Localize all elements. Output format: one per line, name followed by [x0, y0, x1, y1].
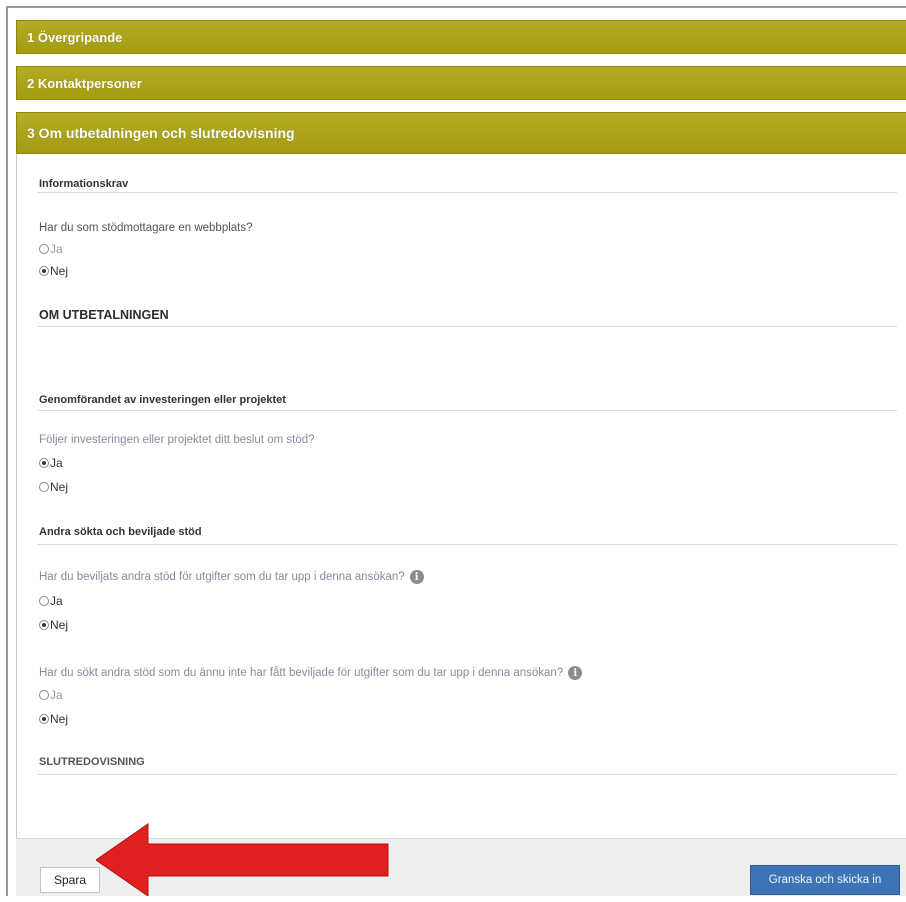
section-title-informationskrav: Informationskrav	[39, 178, 129, 190]
radio-label: Nej	[50, 264, 69, 278]
radio-sokt-ja[interactable]: Ja	[39, 688, 63, 702]
radio-label: Ja	[50, 242, 63, 256]
radio-beviljats-ja[interactable]: Ja	[39, 594, 63, 608]
accordion-label: 3 Om utbetalningen och slutredovisning	[27, 125, 295, 141]
accordion-label: 2 Kontaktpersoner	[27, 75, 142, 91]
divider	[37, 192, 897, 193]
application-frame: 1 Övergripande 2 Kontaktpersoner 3 Om ut…	[6, 6, 906, 896]
section-title-genomforandet: Genomförandet av investeringen eller pro…	[39, 394, 286, 406]
radio-button-checked[interactable]	[39, 620, 49, 630]
accordion-header-utbetalning[interactable]: 3 Om utbetalningen och slutredovisning	[16, 112, 906, 154]
radio-label: Nej	[50, 618, 69, 632]
info-icon[interactable]: i	[568, 666, 583, 680]
radio-sokt-nej[interactable]: Nej	[39, 712, 68, 726]
divider	[37, 774, 897, 775]
question-text: Har du beviljats andra stöd för utgifter…	[39, 571, 405, 583]
radio-webbplats-nej[interactable]: Nej	[39, 264, 68, 278]
radio-label: Ja	[50, 594, 63, 608]
section-title-slutredovisning: SLUTREDOVISNING	[39, 756, 145, 768]
radio-button[interactable]	[39, 482, 49, 492]
question-webbplats: Har du som stödmottagare en webbplats?	[39, 222, 253, 234]
radio-label: Ja	[50, 456, 63, 470]
accordion-header-overgripande[interactable]: 1 Övergripande	[16, 20, 906, 54]
radio-button-checked[interactable]	[39, 266, 49, 276]
radio-button-checked[interactable]	[39, 458, 49, 468]
save-button[interactable]: Spara	[40, 867, 100, 893]
radio-button[interactable]	[39, 244, 49, 254]
section-title-andra-stod: Andra sökta och beviljade stöd	[39, 526, 202, 538]
divider	[37, 410, 897, 411]
accordion-header-kontaktpersoner[interactable]: 2 Kontaktpersoner	[16, 66, 906, 100]
info-icon[interactable]: i	[409, 570, 424, 584]
radio-label: Nej	[50, 480, 69, 494]
radio-beviljats-nej[interactable]: Nej	[39, 618, 68, 632]
accordion-label: 1 Övergripande	[27, 29, 123, 45]
question-text: Har du sökt andra stöd som du ännu inte …	[39, 667, 564, 679]
radio-button[interactable]	[39, 596, 49, 606]
review-and-submit-button[interactable]: Granska och skicka in	[750, 865, 900, 895]
red-arrow-annotation	[96, 823, 389, 896]
divider	[37, 544, 897, 545]
question-text: Har du som stödmottagare en webbplats?	[39, 222, 253, 234]
radio-foljer-nej[interactable]: Nej	[39, 480, 68, 494]
section-title-om-utbetalningen: OM UTBETALNINGEN	[39, 308, 169, 322]
question-foljer-beslut: Följer investeringen eller projektet dit…	[39, 434, 315, 446]
radio-webbplats-ja[interactable]: Ja	[39, 242, 63, 256]
radio-label: Ja	[50, 688, 63, 702]
question-text: Följer investeringen eller projektet dit…	[39, 434, 315, 446]
radio-button[interactable]	[39, 690, 49, 700]
question-sokt-stod: Har du sökt andra stöd som du ännu inte …	[39, 666, 583, 680]
accordion-panel-utbetalning: Informationskrav Har du som stödmottagar…	[16, 154, 906, 838]
arrow-shape	[96, 823, 389, 896]
radio-button-checked[interactable]	[39, 714, 49, 724]
radio-label: Nej	[50, 712, 69, 726]
divider	[37, 326, 897, 327]
radio-foljer-ja[interactable]: Ja	[39, 456, 63, 470]
question-beviljats-stod: Har du beviljats andra stöd för utgifter…	[39, 570, 424, 584]
